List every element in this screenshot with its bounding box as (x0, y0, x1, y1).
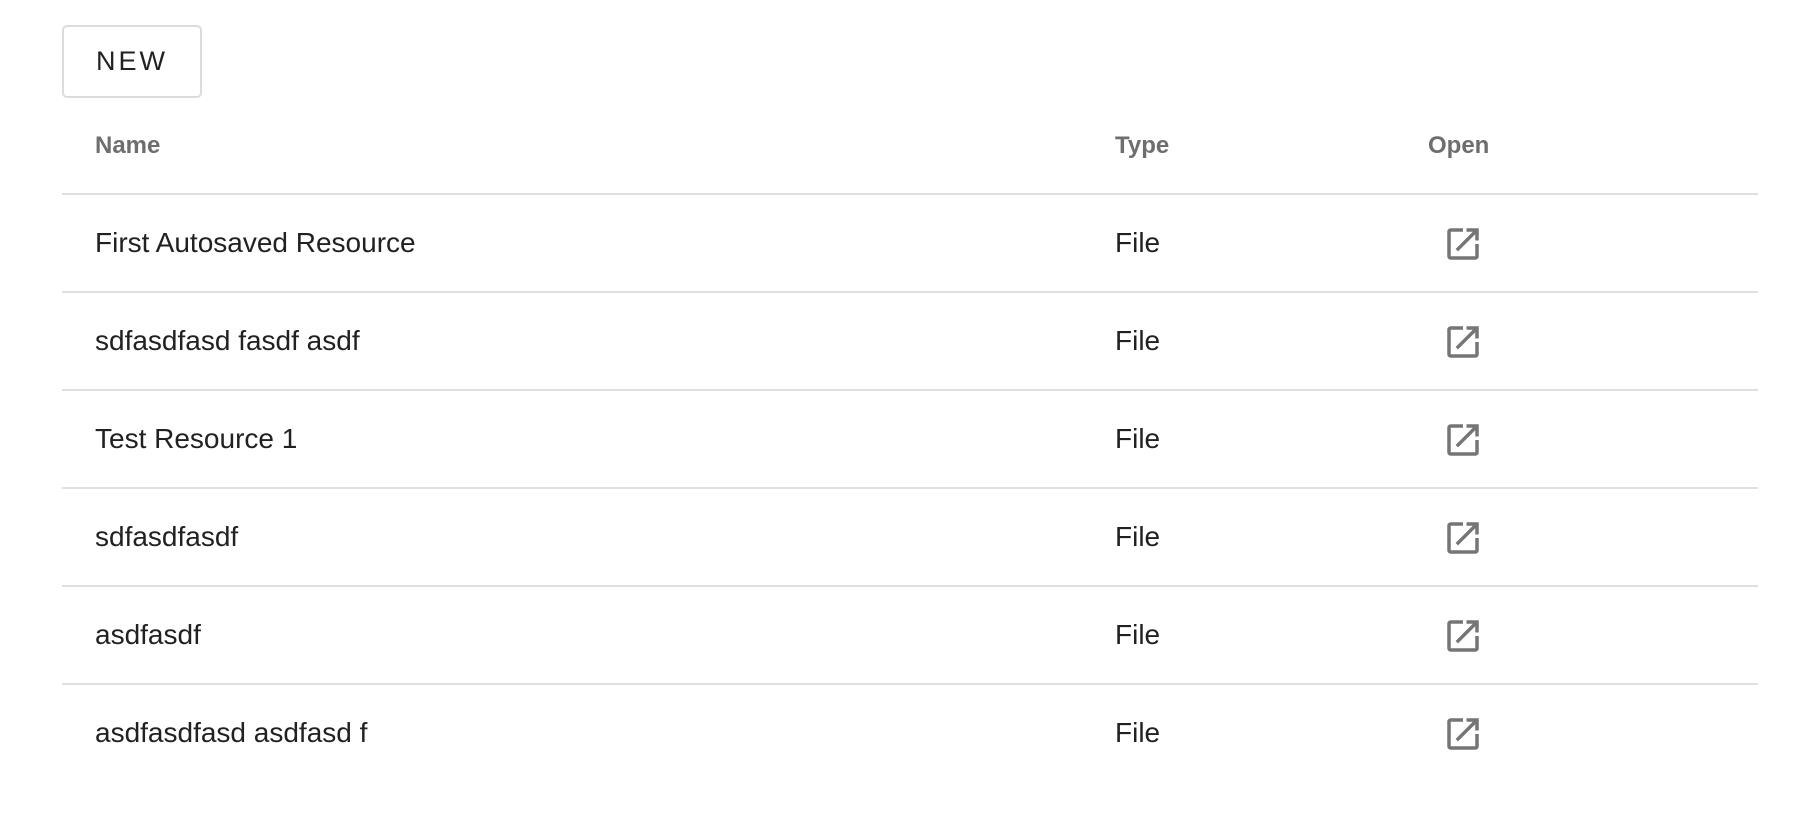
table-row[interactable]: Test Resource 1 File (62, 391, 1758, 489)
table-row[interactable]: First Autosaved Resource File (62, 195, 1758, 293)
open-in-new-icon[interactable] (1440, 711, 1486, 757)
table-row[interactable]: asdfasdf File (62, 587, 1758, 685)
resource-type: File (1115, 325, 1161, 356)
resource-name: Test Resource 1 (95, 423, 298, 454)
resource-table: Name Type Open First Autosaved Resource … (62, 110, 1758, 783)
column-header-type[interactable]: Type (1115, 132, 1169, 160)
resource-type: File (1115, 619, 1161, 650)
table-header: Name Type Open (62, 110, 1758, 195)
open-in-new-icon[interactable] (1440, 319, 1486, 365)
column-header-open: Open (1428, 132, 1490, 159)
column-header-name[interactable]: Name (95, 132, 160, 160)
resource-name: sdfasdfasd fasdf asdf (95, 325, 360, 356)
table-row[interactable]: sdfasdfasdf File (62, 489, 1758, 587)
resource-type: File (1115, 227, 1161, 258)
resource-type: File (1115, 521, 1161, 552)
open-in-new-icon[interactable] (1440, 417, 1486, 463)
resource-name: asdfasdf (95, 619, 201, 650)
new-button[interactable]: NEW (62, 25, 202, 98)
resource-type: File (1115, 423, 1161, 454)
resource-type: File (1115, 717, 1161, 748)
resource-name: First Autosaved Resource (95, 227, 416, 258)
table-row[interactable]: sdfasdfasd fasdf asdf File (62, 293, 1758, 391)
open-in-new-icon[interactable] (1440, 221, 1486, 267)
open-in-new-icon[interactable] (1440, 515, 1486, 561)
resource-list-page: NEW Name Type Open First Autosaved Resou… (0, 0, 1812, 830)
table-row[interactable]: asdfasdfasd asdfasd f File (62, 685, 1758, 783)
resource-name: sdfasdfasdf (95, 521, 239, 552)
open-in-new-icon[interactable] (1440, 613, 1486, 659)
resource-name: asdfasdfasd asdfasd f (95, 717, 368, 748)
